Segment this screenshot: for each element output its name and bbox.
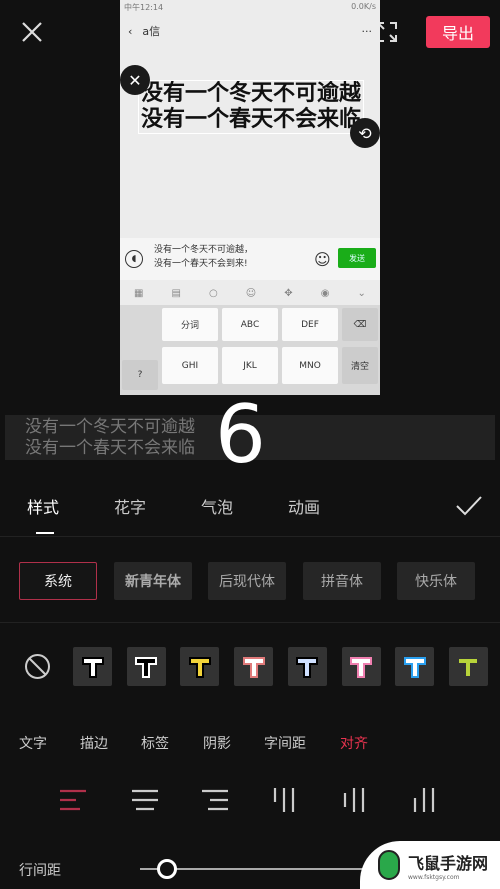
chat-header: ‹ a信 ···	[120, 18, 380, 44]
voice-icon: ◖	[125, 250, 143, 268]
text-style-swatch[interactable]	[287, 647, 327, 686]
subtab-stroke[interactable]: 描边	[80, 733, 108, 753]
text-style-swatch[interactable]	[234, 647, 274, 686]
message-line: 没有一个春天不会到来!	[154, 259, 248, 269]
key: DEF	[282, 308, 338, 341]
subtab-text[interactable]: 文字	[19, 733, 47, 753]
font-houxiandai[interactable]: 后现代体	[208, 562, 286, 600]
watermark-text: 飞鼠手游网	[408, 853, 489, 873]
status-speed: 0.0K/s	[351, 2, 376, 11]
text-style-swatch[interactable]	[341, 647, 381, 686]
text-style-swatch[interactable]	[73, 647, 112, 686]
delete-caption-icon[interactable]: ✕	[120, 65, 150, 95]
key: GHI	[162, 347, 218, 384]
t-style-icon	[242, 656, 265, 678]
t-style-icon	[457, 656, 480, 678]
keyboard: 分词 ABC DEF ⌫ GHI JKL MNO 清空 ?	[120, 305, 380, 395]
close-icon[interactable]	[18, 18, 46, 46]
keyboard-toolbar: ▦ ▤ ○ ☺ ✥ ◉ ⌄	[120, 282, 380, 304]
cursor-icon: ✥	[284, 287, 293, 299]
vertical-bottom-icon[interactable]	[410, 786, 440, 814]
align-left-icon[interactable]	[58, 786, 88, 814]
divider	[0, 622, 500, 623]
text-style-swatch[interactable]	[448, 647, 488, 686]
key: JKL	[222, 347, 278, 384]
back-icon: ‹	[128, 24, 133, 38]
rotate-scale-icon[interactable]: ⟲	[350, 118, 380, 148]
key: MNO	[282, 347, 338, 384]
watermark-url: www.fsktgsy.com	[408, 873, 460, 881]
keyboard-icon: ▤	[171, 287, 181, 299]
emoji-icon: ☺	[314, 250, 331, 269]
backspace-key: ⌫	[342, 308, 378, 341]
watermark: 飞鼠手游网 www.fsktgsy.com	[360, 841, 500, 889]
emoji-icon: ☺	[245, 287, 257, 299]
t-style-icon	[350, 656, 372, 678]
tab-animation[interactable]: 动画	[288, 494, 320, 518]
t-style-icon	[296, 656, 319, 678]
t-style-icon	[81, 656, 104, 678]
text-style-swatch[interactable]	[126, 647, 166, 686]
chat-title: a信	[142, 25, 161, 38]
confirm-check-icon[interactable]	[455, 494, 483, 518]
caption-text-box[interactable]: 没有一个冬天不可逾越 没有一个春天不会来临	[138, 80, 364, 134]
video-preview[interactable]: 中午12:14 0.0K/s ‹ a信 ··· 没有一个冬天不可逾越 没有一个春天不会来…	[120, 0, 380, 395]
key: 分词	[162, 308, 218, 341]
align-center-icon[interactable]	[130, 786, 160, 814]
text-style-swatch[interactable]	[395, 647, 435, 686]
tab-indicator	[36, 532, 54, 534]
font-pinyin[interactable]: 拼音体	[303, 562, 381, 600]
text-style-swatch[interactable]	[180, 647, 220, 686]
status-time: 中午12:14	[124, 3, 164, 12]
subtab-label[interactable]: 标签	[141, 733, 169, 753]
more-icon: ···	[361, 24, 373, 38]
t-style-icon	[135, 656, 158, 678]
slider-knob[interactable]	[157, 859, 177, 879]
export-button[interactable]: 导出	[426, 16, 490, 48]
collapse-icon: ⌄	[357, 287, 366, 299]
send-button: 发送	[338, 248, 376, 268]
subtab-align[interactable]: 对齐	[340, 733, 368, 753]
phone-status-bar: 中午12:14 0.0K/s	[120, 0, 380, 14]
font-system[interactable]: 系统	[19, 562, 97, 600]
font-kuaile[interactable]: 快乐体	[397, 562, 475, 600]
grid-icon: ▦	[134, 287, 144, 299]
mic-icon: ◉	[320, 287, 330, 299]
line-spacing-label: 行间距	[19, 863, 61, 879]
key: ABC	[222, 308, 278, 341]
tab-fancy-text[interactable]: 花字	[114, 494, 146, 518]
clear-key: 清空	[342, 347, 378, 384]
align-right-icon[interactable]	[200, 786, 230, 814]
tab-style[interactable]: 样式	[27, 494, 59, 518]
vertical-top-icon[interactable]	[270, 786, 300, 814]
search-icon: ○	[209, 287, 218, 299]
vertical-center-icon[interactable]	[340, 786, 370, 814]
chat-input-bar: ◖ 没有一个冬天不可逾越， 没有一个春天不会到来! ☺ 发送	[120, 238, 380, 280]
caption-line: 没有一个春天不会来临	[140, 107, 361, 132]
message-line: 没有一个冬天不可逾越，	[154, 245, 254, 255]
tab-bubble[interactable]: 气泡	[201, 494, 233, 518]
key: ?	[122, 360, 158, 390]
divider	[0, 536, 500, 537]
step-number-overlay: 6	[215, 388, 266, 481]
t-style-icon	[403, 656, 426, 678]
t-style-icon	[188, 656, 211, 678]
no-style-icon[interactable]	[24, 653, 51, 680]
caption-line: 没有一个冬天不可逾越	[140, 81, 361, 106]
subtab-letter-spacing[interactable]: 字间距	[264, 733, 306, 753]
subtab-shadow[interactable]: 阴影	[203, 733, 231, 753]
mouse-logo-icon	[378, 850, 400, 880]
font-xinqingnian[interactable]: 新青年体	[114, 562, 192, 600]
